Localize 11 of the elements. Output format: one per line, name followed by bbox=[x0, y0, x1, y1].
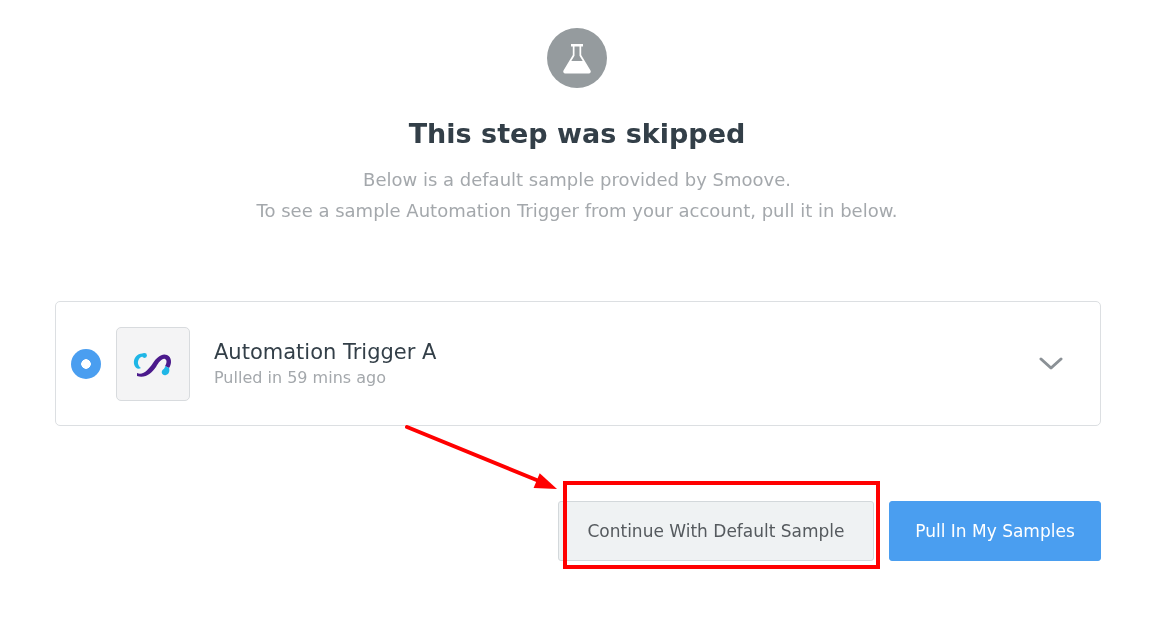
sample-card[interactable]: Automation Trigger A Pulled in 59 mins ago bbox=[55, 301, 1101, 426]
radio-button[interactable] bbox=[71, 348, 101, 379]
app-logo-icon bbox=[116, 326, 190, 401]
sample-title: Automation Trigger A bbox=[214, 339, 437, 366]
description-text: To see a sample Automation Trigger from your account, pull it in below. bbox=[256, 199, 898, 223]
continue-button[interactable]: Continue With Default Sample bbox=[558, 501, 874, 561]
chevron-down-icon[interactable] bbox=[1039, 356, 1063, 371]
page-title: This step was skipped bbox=[408, 117, 746, 151]
sample-subtitle: Pulled in 59 mins ago bbox=[214, 367, 386, 389]
flask-icon bbox=[547, 28, 607, 88]
description-text: Below is a default sample provided by Smoove. bbox=[363, 168, 791, 192]
